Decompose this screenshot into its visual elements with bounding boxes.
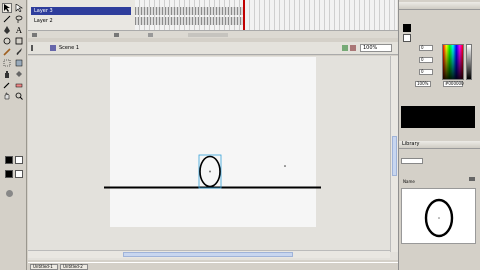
edit-symbol-icon[interactable] [350,45,356,51]
paint-bucket-icon[interactable] [14,69,24,79]
green-field[interactable]: 0 [419,57,433,63]
registration-point [209,170,211,173]
document-tab[interactable]: Untitled-1 [30,264,58,270]
vertical-scrollbar[interactable] [390,56,398,252]
fill-color-swatch[interactable] [15,156,23,164]
eyedropper-icon[interactable] [2,80,12,90]
vertical-scroll-thumb[interactable] [392,136,397,176]
layer-row-active[interactable]: Layer 3 [31,7,131,15]
cursor-dot [284,165,286,167]
brightness-slider[interactable] [466,44,472,80]
add-layer-icon[interactable] [32,33,37,37]
stage-artwork[interactable] [28,56,398,260]
library-header[interactable]: Library [399,141,480,149]
playhead[interactable] [243,0,245,30]
hand-icon[interactable] [2,91,12,101]
layer-name: Layer 2 [34,18,53,24]
red-field[interactable]: 0 [419,45,433,51]
lasso-icon[interactable] [14,14,24,24]
zoom-value: 100% [363,45,378,51]
library-name-label: Name [403,179,415,184]
rectangle-icon[interactable] [14,36,24,46]
onion-skin-icon[interactable] [148,33,153,37]
blue-field[interactable]: 0 [419,69,433,75]
svg-text:A: A [15,26,22,34]
snap-option-icon[interactable] [6,190,13,197]
oval-icon[interactable] [2,36,12,46]
eraser-icon[interactable] [14,80,24,90]
edit-scene-icon[interactable] [342,45,348,51]
stroke-color-swatch-2[interactable] [5,170,13,178]
horizontal-scrollbar[interactable] [28,250,390,258]
brush-icon[interactable] [14,47,24,57]
color-spectrum[interactable] [442,44,464,80]
ink-bottle-icon[interactable] [2,69,12,79]
library-preview [401,188,476,244]
arrow-icon[interactable] [2,3,12,13]
fill-swatch-icon[interactable] [403,34,411,42]
pen-icon[interactable] [2,25,12,35]
library-menu-icon[interactable] [469,177,475,181]
zoom-combo[interactable]: 100% [360,44,392,52]
document-tab[interactable]: Untitled-2 [60,264,88,270]
stroke-color-swatch[interactable] [5,156,13,164]
library-dropdown[interactable] [401,158,423,164]
library-title: Library [402,141,420,147]
layer-frames-tween-2[interactable] [135,17,243,25]
horizontal-scroll-thumb[interactable] [123,252,293,257]
free-transform-icon[interactable] [2,58,12,68]
color-preview-swatch [401,106,475,128]
back-arrow-icon[interactable] [31,45,37,51]
layer-frames-tween[interactable] [135,7,243,15]
zoom-icon[interactable] [14,91,24,101]
library-preview-art [424,198,454,238]
edit-bar: Scene 1 100% [28,42,398,55]
frames-grid[interactable] [135,0,397,30]
layer-row[interactable]: Layer 2 [31,17,131,25]
delete-layer-icon[interactable] [114,33,119,37]
subselect-icon[interactable] [14,3,24,13]
scene-name: Scene 1 [59,45,80,51]
layer-name: Layer 3 [34,8,53,14]
text-icon[interactable]: A [14,25,24,35]
document-tabs-bar: Untitled-1 Untitled-2 [28,262,398,270]
alpha-field[interactable]: 100% [415,81,431,87]
timeline-status-bar [28,30,398,38]
fill-transform-icon[interactable] [14,58,24,68]
fill-color-swatch-2[interactable] [15,170,23,178]
stroke-swatch-icon[interactable] [403,24,411,32]
scene-icon [50,45,56,51]
frame-readout [188,33,228,37]
pencil-icon[interactable] [2,47,12,57]
line-icon[interactable] [2,14,12,24]
timeline-panel: Layer 3 Layer 2 [28,0,398,38]
hex-field[interactable]: #000000 [443,81,464,87]
color-mixer-header[interactable] [399,2,480,10]
tools-panel: A [0,0,27,270]
